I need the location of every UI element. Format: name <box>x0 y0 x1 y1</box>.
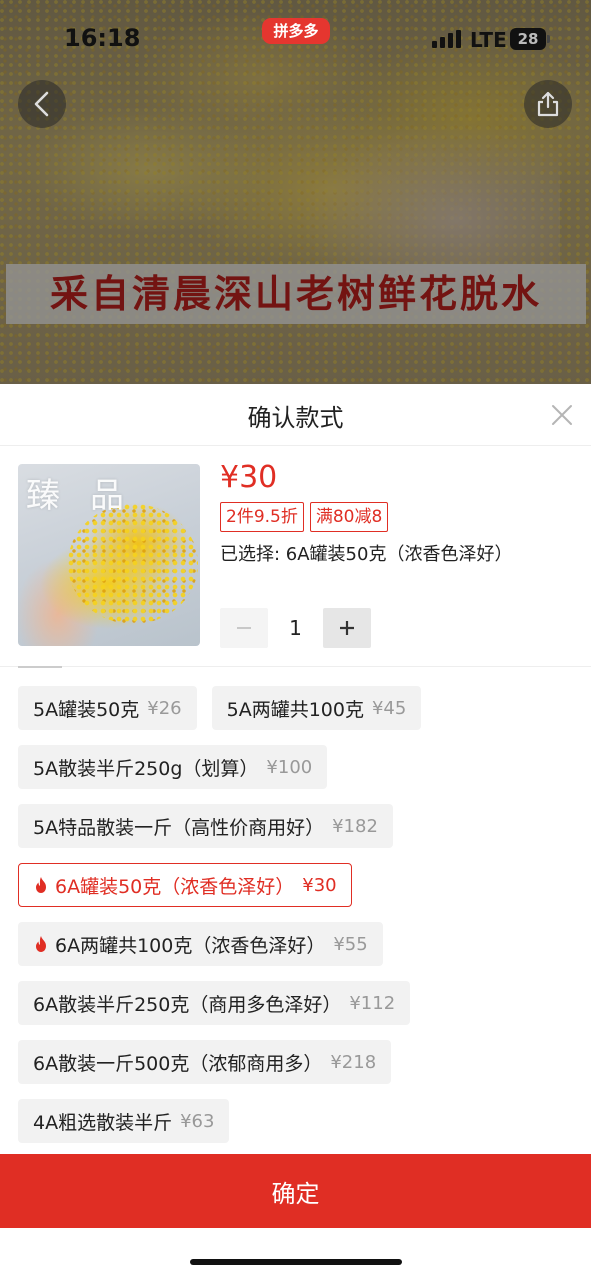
option-row: 6A罐装50克（浓香色泽好） ¥30 <box>18 863 578 907</box>
flame-icon <box>36 936 46 952</box>
status-bar: 16:18 拼多多 LTE 28 <box>0 0 591 80</box>
decrease-quantity-button[interactable] <box>220 608 268 648</box>
product-price: ¥30 <box>220 460 278 495</box>
variant-option[interactable]: 6A散装半斤250克（商用多色泽好） ¥112 <box>18 981 411 1025</box>
variant-price: ¥26 <box>147 697 182 719</box>
selected-variant-label: 已选择: 6A罐装50克（浓香色泽好） <box>220 544 513 565</box>
chevron-left-icon <box>34 91 49 117</box>
home-indicator[interactable] <box>190 1259 402 1265</box>
variant-label: 6A罐装50克（浓香色泽好） <box>55 875 295 898</box>
signal-icon <box>432 30 464 48</box>
variant-price: ¥55 <box>333 933 368 955</box>
variant-label: 4A粗选散装半斤 <box>33 1111 173 1134</box>
option-row: 5A散装半斤250g（划算） ¥100 <box>18 745 578 789</box>
flame-icon <box>36 877 46 893</box>
section-divider <box>0 666 591 667</box>
variant-price: ¥112 <box>349 992 396 1014</box>
variant-option[interactable]: 6A两罐共100克（浓香色泽好） ¥55 <box>18 922 383 966</box>
quantity-stepper: 1 <box>220 608 372 648</box>
plus-icon <box>340 621 354 635</box>
option-row: 6A两罐共100克（浓香色泽好） ¥55 <box>18 922 578 966</box>
back-button[interactable] <box>18 80 66 128</box>
status-time: 16:18 <box>64 24 141 52</box>
divider-accent <box>18 666 62 668</box>
variant-option[interactable]: 5A特品散装一斤（高性价商用好） ¥182 <box>18 804 393 848</box>
variant-price: ¥45 <box>371 697 407 719</box>
sheet-header: 确认款式 <box>0 384 591 446</box>
option-row: 6A散装半斤250克（商用多色泽好） ¥112 <box>18 981 578 1025</box>
variant-price: ¥182 <box>332 815 378 837</box>
thumbnail-watermark: 臻品 <box>26 476 154 516</box>
variant-label: 6A散装半斤250克（商用多色泽好） <box>33 993 342 1016</box>
variant-option-selected[interactable]: 6A罐装50克（浓香色泽好） ¥30 <box>18 863 352 907</box>
increase-quantity-button[interactable] <box>323 608 371 648</box>
close-icon[interactable] <box>551 404 573 426</box>
variant-options: 5A罐装50克 ¥26 5A两罐共100克 ¥45 5A散装半斤250g（划算）… <box>18 686 578 1158</box>
promo-tag: 满80减8 <box>309 502 389 532</box>
variant-price: ¥218 <box>330 1051 377 1073</box>
minus-icon <box>237 627 251 629</box>
sheet-title: 确认款式 <box>247 404 344 432</box>
share-icon <box>537 91 559 117</box>
option-row: 4A粗选散装半斤 ¥63 <box>18 1099 578 1143</box>
option-row: 5A特品散装一斤（高性价商用好） ¥182 <box>18 804 578 848</box>
product-thumbnail[interactable]: 臻品 <box>18 464 200 646</box>
osmanthus-thumbnail-texture <box>68 504 198 624</box>
promo-tag: 2件9.5折 <box>220 502 304 532</box>
variant-option[interactable]: 5A两罐共100克 ¥45 <box>211 686 422 730</box>
network-type: LTE <box>470 28 507 52</box>
battery-icon: 28 <box>510 28 550 50</box>
variant-option[interactable]: 5A散装半斤250g（划算） ¥100 <box>18 745 328 789</box>
variant-label: 6A散装一斤500克（浓郁商用多） <box>33 1052 323 1075</box>
variant-option[interactable]: 5A罐装50克 ¥26 <box>18 686 197 730</box>
quantity-value[interactable]: 1 <box>268 616 323 640</box>
product-summary: 臻品 ¥30 2件9.5折 满80减8 已选择: 6A罐装50克（浓香色泽好） … <box>0 460 591 652</box>
variant-label: 5A散装半斤250g（划算） <box>33 757 259 780</box>
share-button[interactable] <box>524 80 572 128</box>
variant-price: ¥30 <box>302 874 337 896</box>
app-badge: 拼多多 <box>262 18 330 44</box>
option-row: 5A罐装50克 ¥26 5A两罐共100克 ¥45 <box>18 686 578 730</box>
variant-price: ¥63 <box>180 1110 215 1132</box>
variant-label: 6A两罐共100克（浓香色泽好） <box>55 934 326 957</box>
variant-label: 5A罐装50克 <box>33 698 140 721</box>
promo-tags: 2件9.5折 满80减8 <box>220 502 389 532</box>
variant-option[interactable]: 4A粗选散装半斤 ¥63 <box>18 1099 230 1143</box>
confirm-button[interactable]: 确定 <box>0 1154 591 1228</box>
variant-label: 5A特品散装一斤（高性价商用好） <box>33 816 325 839</box>
option-row: 6A散装一斤500克（浓郁商用多） ¥218 <box>18 1040 578 1084</box>
variant-price: ¥100 <box>266 756 313 778</box>
variant-label: 5A两罐共100克 <box>226 698 364 721</box>
variant-option[interactable]: 6A散装一斤500克（浓郁商用多） ¥218 <box>18 1040 392 1084</box>
sku-selection-sheet: 确认款式 臻品 ¥30 2件9.5折 满80减8 已选择: 6A罐装50克（浓香… <box>0 384 591 1280</box>
